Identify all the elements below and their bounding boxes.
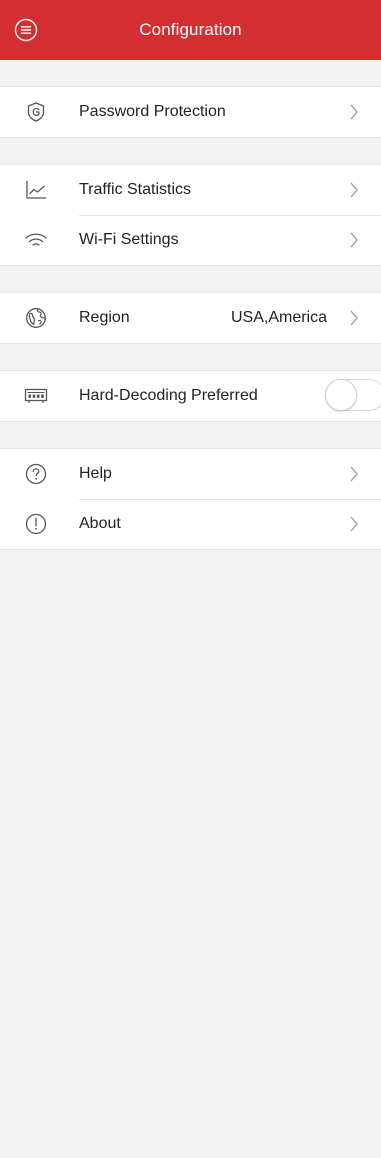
wifi-icon [24,228,48,252]
chevron-right-icon [349,103,359,121]
section-spacer [0,266,381,292]
section-spacer [0,344,381,370]
decoding-group: Hard-Decoding Preferred [0,370,381,422]
hard-decoding-toggle[interactable] [325,379,381,413]
help-row[interactable]: Help [0,449,381,499]
wifi-settings-row[interactable]: Wi-Fi Settings [0,215,381,265]
app-header: Configuration [0,0,381,60]
chip-icon [24,384,48,408]
section-spacer [0,422,381,448]
chevron-right-icon [349,181,359,199]
section-spacer [0,138,381,164]
region-label: Region [79,309,130,326]
page-title: Configuration [139,20,242,39]
about-row[interactable]: About [0,499,381,549]
security-group: Password Protection [0,86,381,138]
help-label: Help [79,465,112,482]
hard-decoding-label: Hard-Decoding Preferred [79,387,258,404]
shield-icon [24,100,48,124]
region-group: Region USA,America [0,292,381,344]
chevron-right-icon [349,515,359,533]
line-chart-icon [24,178,48,202]
page-background [0,550,381,1158]
exclamation-icon [24,512,48,536]
traffic-statistics-row[interactable]: Traffic Statistics [0,165,381,215]
globe-icon [24,306,48,330]
toggle-knob [325,379,357,411]
chevron-right-icon [349,465,359,483]
password-protection-row[interactable]: Password Protection [0,87,381,137]
chevron-right-icon [349,309,359,327]
support-group: Help About [0,448,381,550]
chevron-right-icon [349,231,359,249]
menu-circle-icon[interactable] [14,18,38,42]
wifi-settings-label: Wi-Fi Settings [79,231,179,248]
region-value: USA,America [230,309,327,326]
region-row[interactable]: Region USA,America [0,293,381,343]
section-spacer [0,60,381,86]
password-protection-label: Password Protection [79,103,226,120]
about-label: About [79,515,121,532]
hard-decoding-row: Hard-Decoding Preferred [0,371,381,421]
question-icon [24,462,48,486]
network-group: Traffic Statistics Wi-Fi Settings [0,164,381,266]
traffic-statistics-label: Traffic Statistics [79,181,192,198]
